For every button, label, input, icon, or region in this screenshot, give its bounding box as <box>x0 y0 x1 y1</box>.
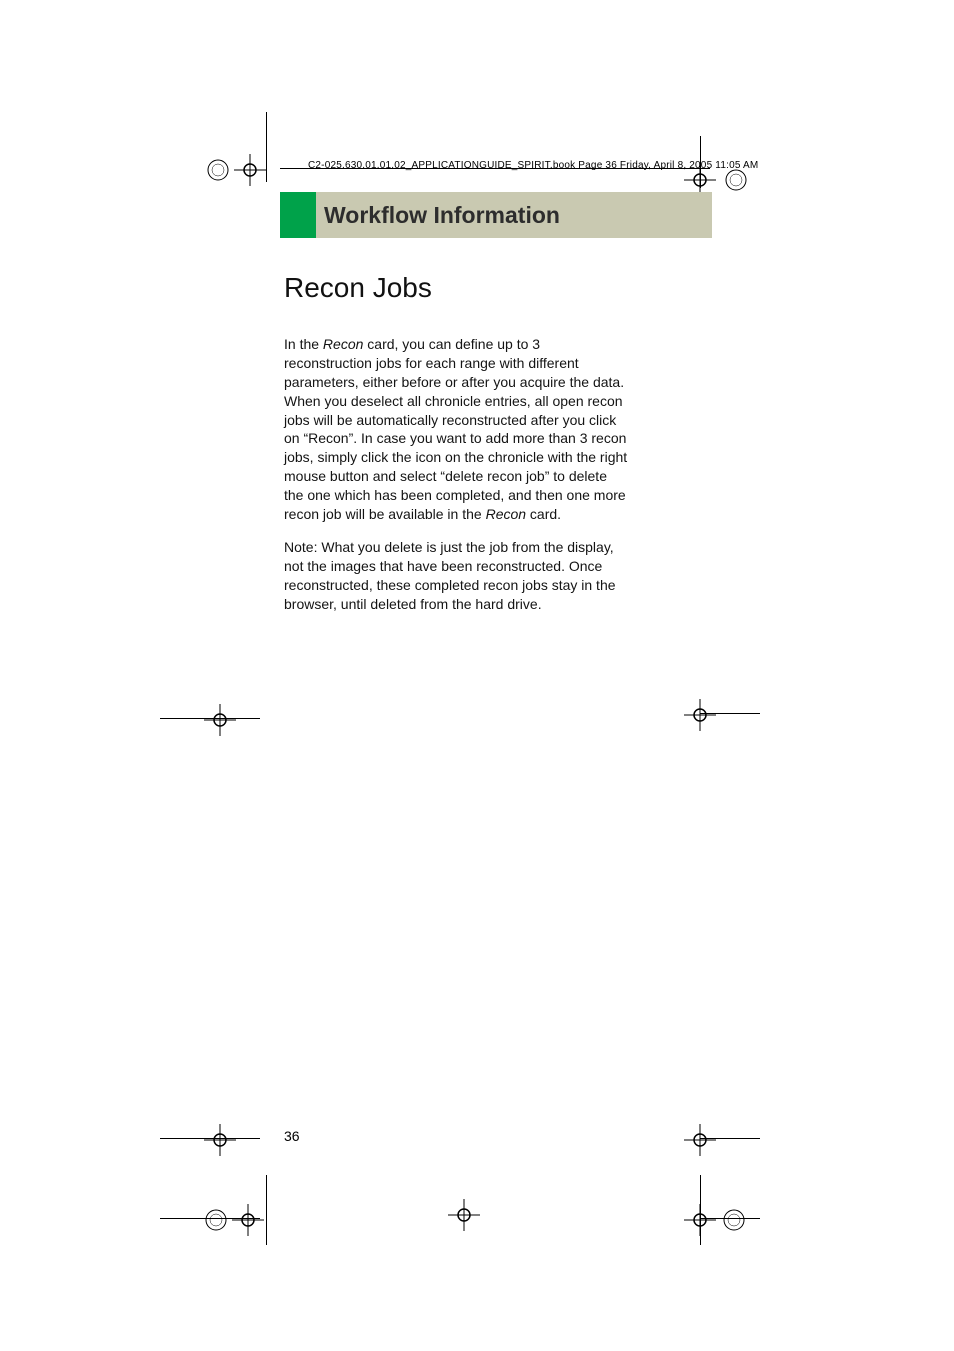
crop-rule <box>160 1218 260 1219</box>
crop-mark-icon <box>680 1100 760 1180</box>
crop-rule <box>700 1138 760 1139</box>
body-paragraph: Note: What you delete is just the job fr… <box>284 538 628 614</box>
chapter-header: Workflow Information <box>280 192 712 238</box>
body-text: In the Recon card, you can define up to … <box>284 335 628 627</box>
crop-rule <box>266 1175 267 1245</box>
crop-mark-icon <box>680 1180 760 1260</box>
crop-rule <box>700 713 760 714</box>
crop-mark-icon <box>192 120 272 200</box>
crop-rule <box>160 1138 260 1139</box>
body-paragraph: In the Recon card, you can define up to … <box>284 335 628 524</box>
chapter-accent <box>280 192 316 238</box>
body-text-run: In the <box>284 336 323 352</box>
crop-rule <box>160 718 260 719</box>
body-text-run: card. <box>526 506 561 522</box>
section-heading: Recon Jobs <box>284 272 432 304</box>
page-path-label: C2-025.630.01.01.02_APPLICATIONGUIDE_SPI… <box>308 160 758 171</box>
crop-mark-icon <box>160 1100 240 1180</box>
crop-mark-icon <box>424 1175 504 1255</box>
body-text-italic: Recon <box>323 336 363 352</box>
crop-mark-icon <box>190 1180 270 1260</box>
chapter-title: Workflow Information <box>316 202 560 229</box>
page-number: 36 <box>284 1128 300 1144</box>
crop-rule <box>700 1175 701 1245</box>
crop-mark-icon <box>680 675 760 755</box>
crop-rule <box>266 112 267 182</box>
body-text-run: card, you can define up to 3 reconstruct… <box>284 336 627 522</box>
crop-mark-icon <box>160 680 240 760</box>
body-text-italic: Recon <box>486 506 526 522</box>
crop-rule <box>700 1218 760 1219</box>
